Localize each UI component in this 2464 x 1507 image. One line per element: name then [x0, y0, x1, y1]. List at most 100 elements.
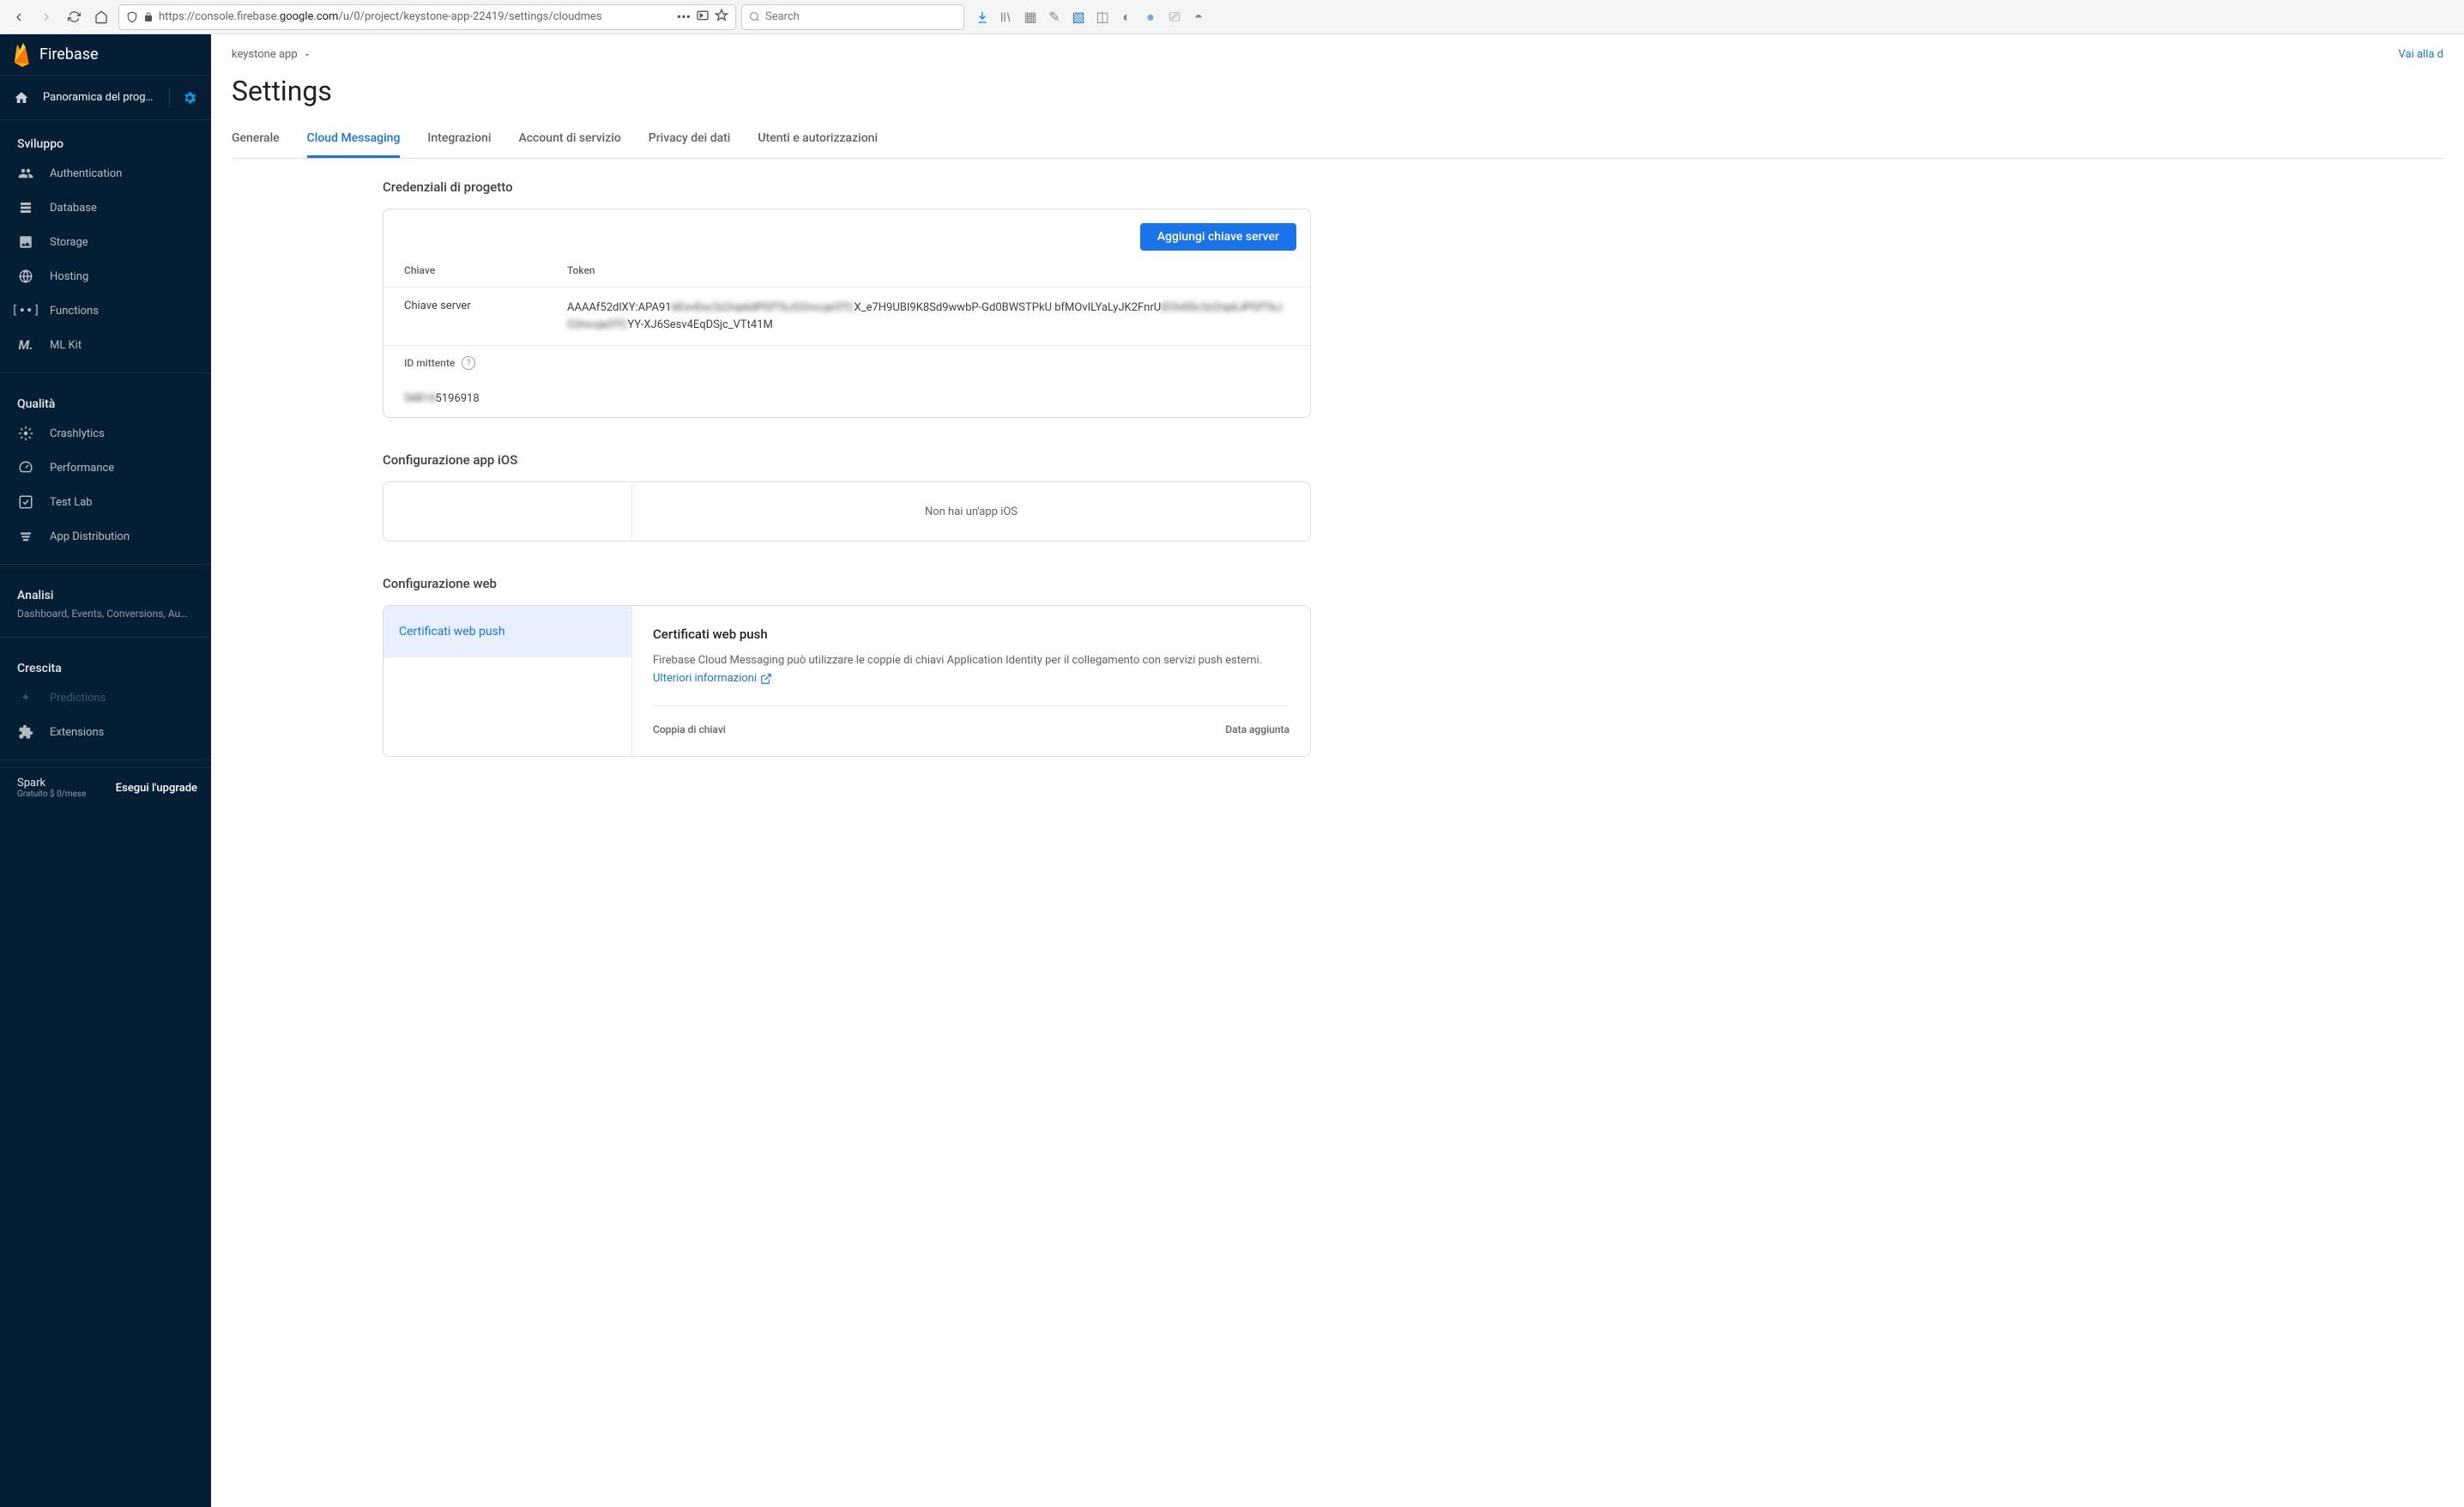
browser-toolbar: https://console.firebase.google.com/u/0/… [0, 0, 2464, 34]
functions-icon: [∙∙] [17, 304, 34, 318]
section-grow-title[interactable]: Crescita [0, 655, 211, 681]
distribution-icon [17, 529, 34, 544]
sidebar-item-label: Predictions [50, 692, 106, 705]
ext2-icon[interactable]: ✎ [1047, 9, 1062, 25]
ext4-icon[interactable]: ◫ [1095, 9, 1110, 25]
breadcrumb-app-selector[interactable]: keystone app [232, 48, 311, 61]
web-right-panel: Certificati web push Firebase Cloud Mess… [632, 606, 1310, 756]
credentials-card: Aggiungi chiave server Chiave Token Chia… [383, 209, 1311, 418]
go-to-docs-link[interactable]: Vai alla d [2399, 48, 2443, 61]
ios-card: Non hai un'app iOS [383, 481, 1311, 542]
sidebar-item-testlab[interactable]: Test Lab [0, 485, 211, 519]
web-right-title: Certificati web push [653, 626, 1289, 642]
ext3-icon[interactable]: ▧ [1071, 9, 1086, 25]
section-analytics-sub: Dashboard, Events, Conversions, Au… [0, 608, 211, 626]
sidebar-item-mlkit[interactable]: M. ML Kit [0, 328, 211, 362]
ios-left-panel [383, 482, 632, 541]
tab-integrations[interactable]: Integrazioni [427, 121, 491, 158]
section-quality-title[interactable]: Qualità [0, 390, 211, 416]
tab-service-accounts[interactable]: Account di servizio [518, 121, 620, 158]
sidebar-item-label: Authentication [50, 167, 122, 180]
sidebar-item-label: Test Lab [50, 496, 93, 509]
forward-button[interactable] [34, 5, 58, 29]
sidebar-item-label: Database [50, 202, 97, 215]
crashlytics-icon [17, 426, 34, 441]
gear-icon[interactable] [182, 90, 197, 106]
sidebar-item-label: Hosting [50, 270, 88, 283]
web-card: Certificati web push Certificati web pus… [383, 605, 1311, 757]
sidebar-item-authentication[interactable]: Authentication [0, 156, 211, 191]
project-overview[interactable]: Panoramica del progetto [0, 76, 211, 120]
sidebar-item-appdist[interactable]: App Distribution [0, 519, 211, 554]
more-icon[interactable]: ••• [677, 9, 691, 25]
checkbox-icon [17, 494, 34, 510]
database-icon [17, 200, 34, 215]
web-push-cert-tab[interactable]: Certificati web push [383, 606, 631, 657]
tab-privacy[interactable]: Privacy dei dati [649, 121, 731, 158]
ext6-icon[interactable]: ● [1143, 9, 1158, 25]
back-button[interactable] [7, 5, 31, 29]
upgrade-button[interactable]: Esegui l'upgrade [116, 782, 197, 795]
th-key-pair: Coppia di chiavi [653, 723, 726, 735]
section-analytics-title: Analisi [0, 582, 211, 608]
ext7-icon[interactable]: ⎚ [1167, 9, 1182, 25]
ext5-icon[interactable]: ◐ [1119, 9, 1134, 25]
sender-id-header: ID mittente ? [383, 345, 1310, 380]
sidebar-item-functions[interactable]: [∙∙]Functions [0, 294, 211, 328]
search-bar[interactable] [741, 4, 964, 30]
sidebar-item-predictions[interactable]: ✦Predictions [0, 681, 211, 715]
sidebar-item-label: App Distribution [50, 530, 130, 543]
sidebar-item-database[interactable]: Database [0, 191, 211, 225]
sidebar-item-crashlytics[interactable]: Crashlytics [0, 416, 211, 451]
globe-icon [17, 269, 34, 284]
download-icon[interactable] [975, 9, 990, 25]
tab-users[interactable]: Utenti e autorizzazioni [758, 121, 878, 158]
speedometer-icon [17, 460, 34, 475]
ext1-icon[interactable]: ▦ [1023, 9, 1038, 25]
url-bar[interactable]: https://console.firebase.google.com/u/0/… [118, 4, 736, 30]
sidebar-item-label: ML Kit [50, 339, 82, 352]
storage-icon [17, 234, 34, 250]
web-title: Configurazione web [383, 576, 1311, 591]
add-server-key-button[interactable]: Aggiungi chiave server [1140, 223, 1296, 251]
th-date-added: Data aggiunta [1225, 723, 1289, 735]
sidebar-item-performance[interactable]: Performance [0, 451, 211, 485]
home-button[interactable] [89, 5, 113, 29]
project-overview-label: Panoramica del progetto [43, 91, 154, 104]
credentials-title: Credenziali di progetto [383, 179, 1311, 195]
plan-name: Spark [17, 777, 86, 790]
library-icon[interactable] [999, 9, 1014, 25]
tab-general[interactable]: Generale [232, 121, 280, 158]
ext8-icon[interactable]: ◓ [1191, 9, 1206, 25]
reader-icon[interactable] [696, 9, 710, 25]
plan-price: Gratuito $ 0/mese [17, 790, 86, 799]
sidebar-item-hosting[interactable]: Hosting [0, 259, 211, 294]
ios-title: Configurazione app iOS [383, 452, 1311, 468]
server-key-row: Chiave server AAAAf52dlXY:APA91bEsvEsc3z… [383, 287, 1310, 345]
bookmark-icon[interactable] [715, 9, 728, 25]
web-right-description: Firebase Cloud Messaging può utilizzare … [653, 652, 1289, 688]
breadcrumb-app-name: keystone app [232, 48, 298, 61]
section-develop-title[interactable]: Sviluppo [0, 130, 211, 156]
tabs: Generale Cloud Messaging Integrazioni Ac… [232, 121, 2443, 159]
ml-icon: M. [17, 337, 34, 353]
sidebar: Firebase Panoramica del progetto Svilupp… [0, 34, 211, 1507]
sidebar-item-label: Crashlytics [50, 427, 105, 440]
sidebar-item-extensions[interactable]: Extensions [0, 715, 211, 749]
th-key: Chiave [404, 264, 567, 276]
help-icon[interactable]: ? [462, 356, 475, 370]
section-analytics[interactable]: Analisi Dashboard, Events, Conversions, … [0, 572, 211, 630]
reload-button[interactable] [62, 5, 86, 29]
sidebar-item-storage[interactable]: Storage [0, 225, 211, 259]
tab-cloud-messaging[interactable]: Cloud Messaging [307, 121, 401, 158]
page-title: Settings [232, 75, 2443, 107]
url-text: https://console.firebase.google.com/u/0/… [159, 10, 672, 23]
sidebar-brand[interactable]: Firebase [0, 34, 211, 76]
sidebar-item-label: Extensions [50, 726, 104, 739]
search-input[interactable] [765, 10, 957, 23]
web-left-panel: Certificati web push [383, 606, 632, 756]
more-info-link[interactable]: Ulteriori informazioni [653, 670, 772, 688]
lock-icon [143, 12, 154, 22]
search-icon [749, 11, 760, 22]
sidebar-item-label: Storage [50, 236, 88, 249]
